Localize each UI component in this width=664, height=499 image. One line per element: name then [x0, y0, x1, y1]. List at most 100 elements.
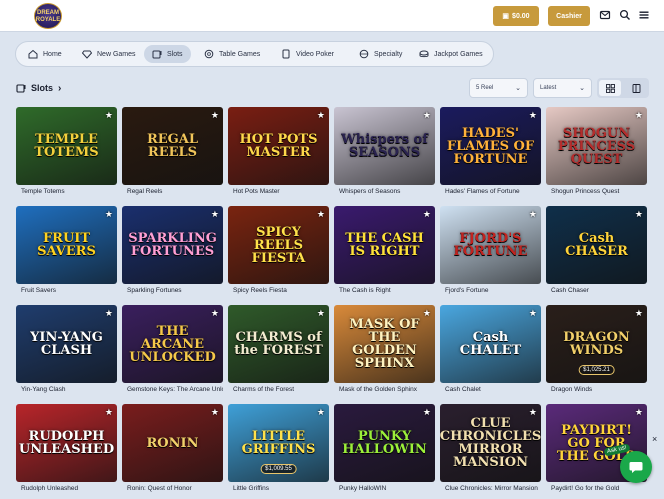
- game-thumbnail[interactable]: FJORD'S FORTUNE ★: [440, 206, 541, 284]
- game-tile[interactable]: CHARMS of the FOREST ★ Charms of the Fores…: [228, 305, 329, 399]
- game-tile[interactable]: THE CASH IS RIGHT ★ The Cash is Right: [334, 206, 435, 300]
- game-thumbnail[interactable]: THE CASH IS RIGHT ★: [334, 206, 435, 284]
- balance-button[interactable]: ▣ $0.00: [493, 6, 539, 26]
- game-title[interactable]: Mask of the Golden Sphinx: [339, 386, 435, 396]
- chat-close-button[interactable]: ×: [652, 434, 657, 444]
- game-title[interactable]: Dragon Winds: [551, 386, 647, 396]
- mail-icon[interactable]: [599, 9, 611, 21]
- game-thumbnail[interactable]: Cash CHALET ★: [440, 305, 541, 383]
- game-title[interactable]: Regal Reels: [127, 188, 223, 198]
- game-thumbnail[interactable]: Whispers of SEASONS ★: [334, 107, 435, 185]
- game-thumbnail[interactable]: MASK OF THE GOLDEN SPHINX ★: [334, 305, 435, 383]
- game-title[interactable]: Clue Chronicles: Mirror Mansion: [445, 485, 541, 495]
- game-title[interactable]: Punky HalloWIN: [339, 485, 435, 495]
- game-tile[interactable]: TEMPLE TOTEMS ★ Temple Totems: [16, 107, 117, 201]
- nav-item-home[interactable]: Home: [20, 45, 70, 63]
- menu-icon[interactable]: [638, 9, 650, 21]
- favorite-star-icon[interactable]: ★: [529, 110, 537, 121]
- nav-item-table-games[interactable]: Table Games: [196, 45, 268, 63]
- game-title[interactable]: Fruit Savers: [21, 287, 117, 297]
- favorite-star-icon[interactable]: ★: [635, 407, 643, 418]
- favorite-star-icon[interactable]: ★: [635, 209, 643, 220]
- game-thumbnail[interactable]: SPICY REELS FIESTA ★: [228, 206, 329, 284]
- game-title[interactable]: Temple Totems: [21, 188, 117, 198]
- game-thumbnail[interactable]: SPARKLING FORTUNES ★: [122, 206, 223, 284]
- game-tile[interactable]: DRAGON WINDS ★ $1,025.21 Dragon Winds: [546, 305, 647, 399]
- game-thumbnail[interactable]: REGAL REELS ★: [122, 107, 223, 185]
- game-tile[interactable]: YIN-YANG CLASH ★ Yin-Yang Clash: [16, 305, 117, 399]
- game-title[interactable]: Cash Chaser: [551, 287, 647, 297]
- favorite-star-icon[interactable]: ★: [211, 209, 219, 220]
- game-tile[interactable]: LITTLE GRIFFINS ★ $1,009.55 Little Griffins: [228, 404, 329, 498]
- game-tile[interactable]: RUDOLPH UNLEASHED ★ Rudolph Unleashed: [16, 404, 117, 498]
- game-title[interactable]: Shogun Princess Quest: [551, 188, 647, 198]
- nav-item-jackpot-games[interactable]: Jackpot Games: [411, 45, 491, 63]
- game-title[interactable]: Charms of the Forest: [233, 386, 329, 396]
- game-title[interactable]: The Cash is Right: [339, 287, 435, 297]
- favorite-star-icon[interactable]: ★: [317, 407, 325, 418]
- game-thumbnail[interactable]: Cash CHASER ★: [546, 206, 647, 284]
- game-thumbnail[interactable]: TEMPLE TOTEMS ★: [16, 107, 117, 185]
- favorite-star-icon[interactable]: ★: [317, 308, 325, 319]
- game-title[interactable]: Hades' Flames of Fortune: [445, 188, 541, 198]
- game-title[interactable]: Gemstone Keys: The Arcane Unlocked: [127, 386, 223, 396]
- list-view-button[interactable]: [625, 80, 647, 96]
- nav-item-new-games[interactable]: New Games: [74, 45, 144, 63]
- favorite-star-icon[interactable]: ★: [105, 308, 113, 319]
- game-thumbnail[interactable]: SHOGUN PRINCESS QUEST ★: [546, 107, 647, 185]
- favorite-star-icon[interactable]: ★: [529, 209, 537, 220]
- favorite-star-icon[interactable]: ★: [211, 407, 219, 418]
- game-title[interactable]: Whispers of Seasons: [339, 188, 435, 198]
- game-title[interactable]: Spicy Reels Fiesta: [233, 287, 329, 297]
- game-tile[interactable]: Cash CHALET ★ Cash Chalet: [440, 305, 541, 399]
- game-tile[interactable]: RONIN ★ Ronin: Quest of Honor: [122, 404, 223, 498]
- game-title[interactable]: Sparkling Fortunes: [127, 287, 223, 297]
- game-thumbnail[interactable]: DRAGON WINDS ★ $1,025.21: [546, 305, 647, 383]
- favorite-star-icon[interactable]: ★: [211, 110, 219, 121]
- favorite-star-icon[interactable]: ★: [317, 110, 325, 121]
- game-title[interactable]: Fjord's Fortune: [445, 287, 541, 297]
- cashier-button[interactable]: Cashier: [548, 6, 590, 26]
- game-thumbnail[interactable]: CLUE CHRONICLES MIRROR MANSION ★: [440, 404, 541, 482]
- game-tile[interactable]: CLUE CHRONICLES MIRROR MANSION ★ Clue Chro…: [440, 404, 541, 498]
- favorite-star-icon[interactable]: ★: [529, 308, 537, 319]
- game-thumbnail[interactable]: YIN-YANG CLASH ★: [16, 305, 117, 383]
- favorite-star-icon[interactable]: ★: [423, 110, 431, 121]
- favorite-star-icon[interactable]: ★: [317, 209, 325, 220]
- game-thumbnail[interactable]: THE ARCANE UNLOCKED ★: [122, 305, 223, 383]
- game-thumbnail[interactable]: RUDOLPH UNLEASHED ★: [16, 404, 117, 482]
- nav-item-slots[interactable]: Slots: [144, 45, 191, 63]
- nav-item-video-poker[interactable]: Video Poker: [273, 45, 342, 63]
- game-thumbnail[interactable]: HADES' FLAMES OF FORTUNE ★: [440, 107, 541, 185]
- game-tile[interactable]: Cash CHASER ★ Cash Chaser: [546, 206, 647, 300]
- favorite-star-icon[interactable]: ★: [211, 308, 219, 319]
- sort-select[interactable]: Latest ⌄: [533, 78, 592, 98]
- favorite-star-icon[interactable]: ★: [529, 407, 537, 418]
- game-thumbnail[interactable]: RONIN ★: [122, 404, 223, 482]
- game-title[interactable]: Yin-Yang Clash: [21, 386, 117, 396]
- filter-select[interactable]: 5 Reel ⌄: [469, 78, 528, 98]
- nav-item-specialty[interactable]: Specialty: [351, 45, 410, 63]
- game-tile[interactable]: SHOGUN PRINCESS QUEST ★ Shogun Princess Qu…: [546, 107, 647, 201]
- game-thumbnail[interactable]: LITTLE GRIFFINS ★ $1,009.55: [228, 404, 329, 482]
- game-tile[interactable]: HOT POTS MASTER ★ Hot Pots Master: [228, 107, 329, 201]
- section-title[interactable]: Slots ›: [16, 81, 61, 95]
- game-thumbnail[interactable]: CHARMS of the FOREST ★: [228, 305, 329, 383]
- chat-button[interactable]: [620, 451, 652, 483]
- favorite-star-icon[interactable]: ★: [423, 407, 431, 418]
- search-icon[interactable]: [619, 9, 631, 21]
- game-title[interactable]: Paydirt! Go for the Gold: [551, 485, 647, 495]
- site-logo[interactable]: DREAM ROYALE: [34, 3, 62, 29]
- game-title[interactable]: Rudolph Unleashed: [21, 485, 117, 495]
- favorite-star-icon[interactable]: ★: [635, 308, 643, 319]
- game-thumbnail[interactable]: HOT POTS MASTER ★: [228, 107, 329, 185]
- grid-view-button[interactable]: [599, 80, 621, 96]
- game-tile[interactable]: SPARKLING FORTUNES ★ Sparkling Fortunes: [122, 206, 223, 300]
- game-thumbnail[interactable]: PUNKY HALLOWIN ★: [334, 404, 435, 482]
- game-title[interactable]: Ronin: Quest of Honor: [127, 485, 223, 495]
- favorite-star-icon[interactable]: ★: [105, 209, 113, 220]
- game-tile[interactable]: FRUIT SAVERS ★ Fruit Savers: [16, 206, 117, 300]
- game-tile[interactable]: Whispers of SEASONS ★ Whispers of Seasons: [334, 107, 435, 201]
- game-title[interactable]: Cash Chalet: [445, 386, 541, 396]
- game-tile[interactable]: MASK OF THE GOLDEN SPHINX ★ Mask of the Go…: [334, 305, 435, 399]
